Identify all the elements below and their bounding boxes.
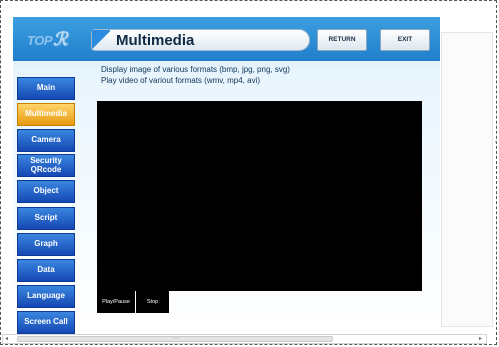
page-title: Multimedia [116, 32, 195, 49]
top-logo: TOPℛ [27, 29, 67, 50]
description: Display image of various formats (bmp, j… [101, 64, 290, 86]
logo-mark-icon: ℛ [53, 29, 67, 49]
sidebar-item-script[interactable]: Script [17, 207, 75, 230]
app-panel: TOPℛ Multimedia RETURN EXIT Display imag… [13, 17, 440, 334]
side-panel [441, 32, 493, 327]
page-title-pill: Multimedia [91, 29, 310, 51]
sidebar-item-security-qrcode[interactable]: Security QRcode [17, 154, 75, 177]
sidebar-item-screen-call[interactable]: Screen Call [17, 311, 75, 334]
scroll-grip-icon: ⋯ [173, 336, 179, 342]
header-bar: TOPℛ Multimedia RETURN EXIT [13, 17, 440, 61]
sidebar-item-main[interactable]: Main [17, 77, 75, 100]
scroll-left-icon[interactable]: ◂ [5, 335, 8, 342]
video-display[interactable] [97, 101, 422, 291]
title-accent-icon [92, 30, 110, 50]
sidebar-item-language[interactable]: Language [17, 285, 75, 308]
description-line-images: Display image of various formats (bmp, j… [101, 65, 290, 74]
horizontal-scrollbar[interactable]: ◂ ⋯ ▸ [2, 334, 487, 344]
logo-text: TOP [27, 33, 53, 48]
exit-button[interactable]: EXIT [380, 29, 430, 51]
sidebar-item-data[interactable]: Data [17, 259, 75, 282]
scroll-right-icon[interactable]: ▸ [479, 335, 482, 342]
sidebar-item-object[interactable]: Object [17, 180, 75, 203]
return-button[interactable]: RETURN [317, 29, 367, 51]
sidebar-item-multimedia[interactable]: Multimedia [17, 103, 75, 126]
stop-button[interactable]: Stop [136, 291, 169, 313]
play-pause-button[interactable]: Play/Pause [97, 291, 135, 313]
vertical-scroll-marker-icon: • [495, 140, 498, 146]
sidebar-item-graph[interactable]: Graph [17, 233, 75, 256]
description-line-video: Play video of variout formats (wmv, mp4,… [101, 76, 261, 85]
sidebar-item-camera[interactable]: Camera [17, 129, 75, 152]
